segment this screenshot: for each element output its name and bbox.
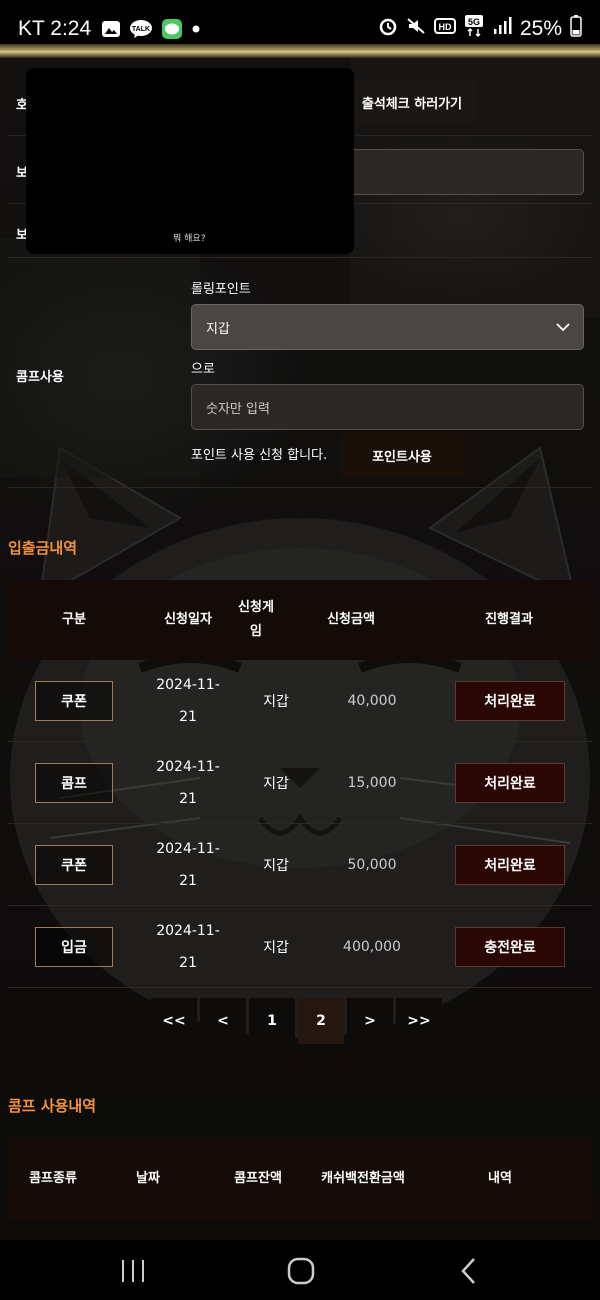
game-cell: 지갑 xyxy=(263,694,289,710)
gallery-icon xyxy=(101,19,121,39)
amount-cell: 40,000 xyxy=(347,693,397,709)
comp-use-row: 콤프사용 롤링포인트 지갑 으로 숫자만 입력 포인트 사용 신청 합니다. 포… xyxy=(8,258,592,488)
overlay-popup[interactable]: 뭐 해요? xyxy=(26,68,354,254)
status-badge: 처리완료 xyxy=(455,681,565,721)
recent-apps-icon[interactable] xyxy=(120,1258,146,1288)
status-cell: 처리완료 xyxy=(428,660,592,742)
5g-icon: 5G xyxy=(464,15,484,43)
type-cell: 쿠폰 xyxy=(8,824,140,906)
comp-use-label: 콤프사용 xyxy=(16,370,64,385)
popup-text: 뭐 해요? xyxy=(173,234,206,244)
col-date: 신청일자 xyxy=(164,612,212,627)
table-row: 쿠폰 2024-11- 21 지갑 50,000 처리완료 xyxy=(8,824,592,906)
chevron-down-icon xyxy=(555,319,571,339)
type-tag: 콤프 xyxy=(35,763,113,803)
date-cell: 2024-11- 21 xyxy=(140,824,236,906)
type-tag: 쿠폰 xyxy=(35,845,113,885)
comp-history-table-header: 콤프종류 날짜 콤프잔액 캐쉬백전환금액 내역 xyxy=(8,1138,592,1220)
apply-text: 포인트 사용 신청 합니다. xyxy=(191,448,328,463)
date-cell: 2024-11- 21 xyxy=(140,742,236,824)
last-page-button[interactable]: >> xyxy=(396,998,442,1044)
prev-page-button[interactable]: < xyxy=(200,998,246,1044)
history-title: 입출금내역 xyxy=(8,539,78,557)
battery-percent: 25% xyxy=(519,17,562,40)
date-text: 2024-11- 21 xyxy=(156,923,220,971)
first-page-button[interactable]: << xyxy=(151,998,197,1044)
game-cell: 지갑 xyxy=(263,858,289,874)
signal-icon xyxy=(492,16,512,42)
attendance-check-button[interactable]: 출석체크 하러가기 xyxy=(346,80,478,124)
status-badge: 충전완료 xyxy=(455,927,565,967)
game-cell: 지갑 xyxy=(263,776,289,792)
amount-cell: 400,000 xyxy=(343,939,401,955)
hd-icon: HD xyxy=(433,17,456,41)
col-comp-detail: 내역 xyxy=(488,1171,512,1186)
date-text: 2024-11- 21 xyxy=(156,759,220,807)
col-cashback: 캐쉬백전환금액 xyxy=(321,1171,405,1186)
table-row: 입금 2024-11- 21 지갑 400,000 충전완료 xyxy=(8,906,592,988)
amount-placeholder: 숫자만 입력 xyxy=(206,401,270,417)
table-row: 콤프 2024-11- 21 지갑 15,000 처리완료 xyxy=(8,742,592,824)
col-game: 신청게임 xyxy=(238,600,274,639)
page-button-2[interactable]: 2 xyxy=(298,998,344,1044)
to-label: 으로 xyxy=(191,362,215,377)
col-comp-date: 날짜 xyxy=(136,1171,160,1186)
status-time: KT 2:24 xyxy=(18,17,92,40)
table-row: 쿠폰 2024-11- 21 지갑 40,000 처리완료 xyxy=(8,660,592,742)
rolling-point-label: 롤링포인트 xyxy=(191,282,251,297)
type-tag: 쿠폰 xyxy=(35,681,113,721)
amount-cell: 50,000 xyxy=(347,857,397,873)
header-gold-border xyxy=(0,44,600,58)
date-cell: 2024-11- 21 xyxy=(140,906,236,988)
svg-text:TALK: TALK xyxy=(132,26,150,33)
talk-icon: TALK xyxy=(129,19,153,39)
type-cell: 콤프 xyxy=(8,742,140,824)
page-button-1[interactable]: 1 xyxy=(249,998,295,1044)
alarm-icon xyxy=(378,16,398,42)
type-cell: 쿠폰 xyxy=(8,660,140,742)
status-cell: 처리완료 xyxy=(428,824,592,906)
date-cell: 2024-11- 21 xyxy=(140,660,236,742)
wallet-select[interactable]: 지갑 xyxy=(191,304,584,350)
col-amount: 신청금액 xyxy=(327,612,375,627)
svg-text:5G: 5G xyxy=(468,17,480,27)
page-content: 호 출석체크 하러가기 보 보 뭐 해요? 콤프사용 롤링포인트 지갑 으로 숫… xyxy=(0,58,600,1240)
wallet-select-value: 지갑 xyxy=(206,321,230,337)
date-text: 2024-11- 21 xyxy=(156,677,220,725)
use-point-button[interactable]: 포인트사용 xyxy=(340,432,464,478)
status-badge: 처리완료 xyxy=(455,845,565,885)
amount-cell: 15,000 xyxy=(347,775,397,791)
col-status: 진행결과 xyxy=(485,612,533,627)
battery-icon xyxy=(570,15,582,43)
back-icon[interactable] xyxy=(458,1256,480,1290)
col-comp-type: 콤프종류 xyxy=(29,1171,77,1186)
status-cell: 처리완료 xyxy=(428,742,592,824)
info-field-2[interactable] xyxy=(340,149,584,195)
pagination: << < 1 2 > >> xyxy=(151,998,442,1044)
status-badge: 처리완료 xyxy=(455,763,565,803)
navigation-bar xyxy=(0,1240,600,1300)
home-icon[interactable] xyxy=(287,1257,315,1289)
history-table-header: 구분 신청일자 신청게임 신청금액 진행결과 xyxy=(8,580,592,660)
next-page-button[interactable]: > xyxy=(347,998,393,1044)
mute-icon xyxy=(406,16,426,42)
col-type: 구분 xyxy=(62,612,86,627)
type-tag: 입금 xyxy=(35,927,113,967)
game-cell: 지갑 xyxy=(263,940,289,956)
dot-icon xyxy=(191,24,201,34)
col-comp-balance: 콤프잔액 xyxy=(234,1171,282,1186)
comp-history-title: 콤프 사용내역 xyxy=(8,1097,97,1115)
status-cell: 충전완료 xyxy=(428,906,592,988)
amount-input[interactable]: 숫자만 입력 xyxy=(191,384,584,430)
date-text: 2024-11- 21 xyxy=(156,841,220,889)
type-cell: 입금 xyxy=(8,906,140,988)
svg-text:HD: HD xyxy=(438,22,451,32)
line-icon xyxy=(161,18,183,40)
